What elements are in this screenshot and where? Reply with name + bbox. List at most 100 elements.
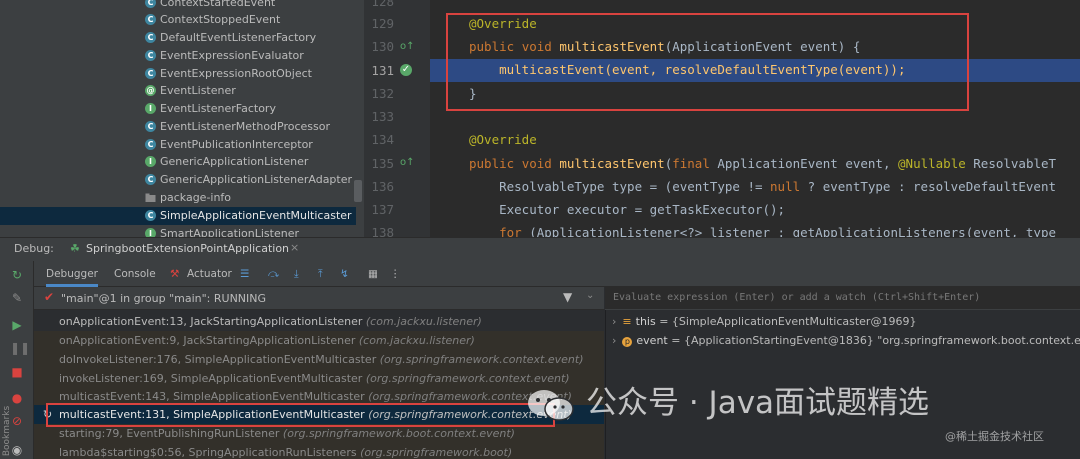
line-number: 128: [371, 0, 394, 9]
override-gutter-icon[interactable]: o↑: [400, 157, 415, 169]
variable-row[interactable]: › p event = {ApplicationStartingEvent@1836…: [612, 331, 1080, 350]
stack-frame[interactable]: onApplicationEvent:9, JackStartingApplic…: [34, 331, 604, 350]
tree-item[interactable]: @ EventListener: [0, 82, 356, 100]
settings-icon[interactable]: ✎: [10, 291, 24, 305]
run-config-icon: ☘: [70, 242, 80, 255]
code-text: multicastEvent(event, resolveDefaultEven…: [469, 62, 906, 77]
view-breakpoints-icon[interactable]: ●: [10, 391, 24, 405]
stack-frame-current[interactable]: ↻ multicastEvent:131, SimpleApplicationEv…: [34, 405, 604, 424]
tree-item[interactable]: C EventPublicationInterceptor: [0, 136, 356, 154]
chevron-right-icon[interactable]: ›: [612, 334, 616, 347]
class-icon: C: [145, 68, 156, 79]
tree-item-label: EventListenerFactory: [160, 102, 276, 115]
line-number: 132: [371, 86, 394, 101]
class-icon: C: [145, 174, 156, 185]
resume-icon[interactable]: ▶: [10, 318, 24, 332]
close-icon[interactable]: ×: [290, 241, 299, 254]
tree-item[interactable]: C ContextStoppedEvent: [0, 11, 356, 29]
chevron-down-icon[interactable]: ⌄: [586, 290, 594, 301]
variable-value: = {ApplicationStartingEvent@1836} "org.s…: [671, 334, 1080, 347]
step-into-icon[interactable]: ⤓: [294, 261, 299, 287]
code-text: public void multicastEvent(final Applica…: [469, 156, 1057, 171]
tree-scrollbar[interactable]: [354, 180, 362, 202]
tree-item-label: EventExpressionEvaluator: [160, 49, 304, 62]
return-arrow-icon: ↻: [43, 408, 53, 421]
line-number: 129: [371, 16, 394, 31]
tree-item[interactable]: C EventExpressionEvaluator: [0, 47, 356, 65]
stack-frame[interactable]: doInvokeListener:176, SimpleApplicationE…: [34, 350, 604, 369]
debug-header: Debug: ☘ SpringbootExtensionPointApplica…: [0, 237, 1080, 261]
frame-package: (org.springframework.boot): [360, 446, 513, 459]
frame-package: (com.jackxu.listener): [358, 334, 475, 347]
class-icon: C: [145, 14, 156, 25]
tree-item-label: SmartApplicationListener: [160, 227, 299, 237]
rerun-icon[interactable]: ↻: [10, 268, 24, 282]
stack-frame[interactable]: onApplicationEvent:13, JackStartingAppli…: [34, 312, 604, 331]
debug-toolbar: Debugger Console ⚒ Actuator ☰ ⤼ ⤓ ⤒ ↯ ▦ …: [34, 261, 1080, 287]
stack-frame[interactable]: starting:79, EventPublishingRunListener …: [34, 424, 604, 443]
override-gutter-icon[interactable]: o↑: [400, 41, 415, 53]
interface-icon: I: [145, 156, 156, 167]
code-text: Executor executor = getTaskExecutor();: [469, 202, 786, 217]
tab-actuator[interactable]: Actuator: [187, 261, 232, 287]
run-to-cursor-icon[interactable]: ↯: [340, 261, 349, 287]
thread-selector[interactable]: ✔ "main"@1 in group "main": RUNNING ▼ ⌄: [34, 287, 604, 310]
debug-session-tab[interactable]: SpringbootExtensionPointApplication: [86, 242, 289, 255]
parameter-icon: p: [622, 337, 633, 347]
tree-item-label: GenericApplicationListenerAdapter: [160, 173, 353, 186]
frame-method: lambda$starting$0:56, SpringApplicationR…: [59, 446, 357, 459]
frame-package: (com.jackxu.listener): [365, 315, 482, 328]
code-text: }: [469, 86, 477, 101]
tab-console[interactable]: Console: [114, 261, 156, 287]
line-number: 137: [371, 202, 394, 217]
tree-item[interactable]: C EventExpressionRootObject: [0, 65, 356, 83]
tree-item[interactable]: I EventListenerFactory: [0, 100, 356, 118]
pause-icon[interactable]: ❚❚: [10, 341, 30, 355]
tree-item[interactable]: I SmartApplicationListener: [0, 225, 356, 237]
variable-row[interactable]: › ≡ this = {SimpleApplicationEventMulticas…: [612, 312, 916, 331]
line-number: 131: [371, 63, 394, 78]
tree-item[interactable]: C DefaultEventListenerFactory: [0, 29, 356, 47]
field-icon: ≡: [622, 315, 632, 328]
step-over-icon[interactable]: ⤼: [268, 261, 279, 287]
filter-icon[interactable]: ▼: [563, 290, 572, 304]
tree-item-label: DefaultEventListenerFactory: [160, 31, 317, 44]
evaluate-placeholder: Evaluate expression (Enter) or add a wat…: [613, 292, 981, 303]
check-icon: ✔: [44, 290, 55, 304]
line-number: 134: [371, 132, 394, 147]
bookmarks-side-label[interactable]: Bookmarks: [2, 406, 12, 456]
watermark: 公众号 · Java面试题精选: [526, 377, 929, 425]
breakpoint-icon[interactable]: ✓: [400, 64, 412, 76]
stack-frame[interactable]: lambda$starting$0:56, SpringApplicationR…: [34, 443, 604, 459]
more-icon[interactable]: ⋮: [390, 261, 401, 287]
tree-item-label: ContextStoppedEvent: [160, 13, 281, 26]
tree-item-label: package-info: [160, 191, 232, 204]
tree-item-label: GenericApplicationListener: [160, 155, 309, 168]
stop-icon[interactable]: ■: [10, 365, 24, 379]
variable-name: this: [635, 315, 656, 328]
tree-item-label: EventListenerMethodProcessor: [160, 120, 331, 133]
stack-frame[interactable]: invokeListener:169, SimpleApplicationEve…: [34, 369, 604, 388]
line-number: 135: [371, 156, 394, 171]
chevron-right-icon[interactable]: ›: [612, 315, 616, 328]
evaluate-expression-input[interactable]: Evaluate expression (Enter) or add a wat…: [605, 287, 1080, 310]
frame-method: doInvokeListener:176, SimpleApplicationE…: [59, 353, 377, 366]
stack-frame[interactable]: multicastEvent:143, SimpleApplicationEve…: [34, 387, 604, 406]
class-icon: C: [145, 121, 156, 132]
wechat-logo-icon: [526, 388, 576, 422]
interface-icon: I: [145, 103, 156, 114]
class-icon: C: [145, 210, 156, 221]
evaluate-icon[interactable]: ▦: [368, 261, 378, 287]
code-line: multicastEvent(event, resolveDefaultEven…: [469, 62, 906, 77]
tree-item[interactable]: C EventListenerMethodProcessor: [0, 118, 356, 136]
tree-item-selected[interactable]: C SimpleApplicationEventMulticaster: [0, 207, 356, 225]
project-tree: C ContextStartedEvent C ContextStoppedEven…: [0, 0, 364, 237]
step-out-icon[interactable]: ⤒: [318, 261, 323, 287]
menu-icon[interactable]: ☰: [240, 261, 249, 287]
frame-package: (org.springframework.boot.context.event): [282, 427, 515, 440]
tab-debugger[interactable]: Debugger: [46, 261, 98, 287]
tree-item[interactable]: I GenericApplicationListener: [0, 153, 356, 171]
tree-item[interactable]: C GenericApplicationListenerAdapter: [0, 171, 356, 189]
variable-value: = {SimpleApplicationEventMulticaster@196…: [659, 315, 917, 328]
tree-item[interactable]: package-info: [0, 189, 356, 207]
